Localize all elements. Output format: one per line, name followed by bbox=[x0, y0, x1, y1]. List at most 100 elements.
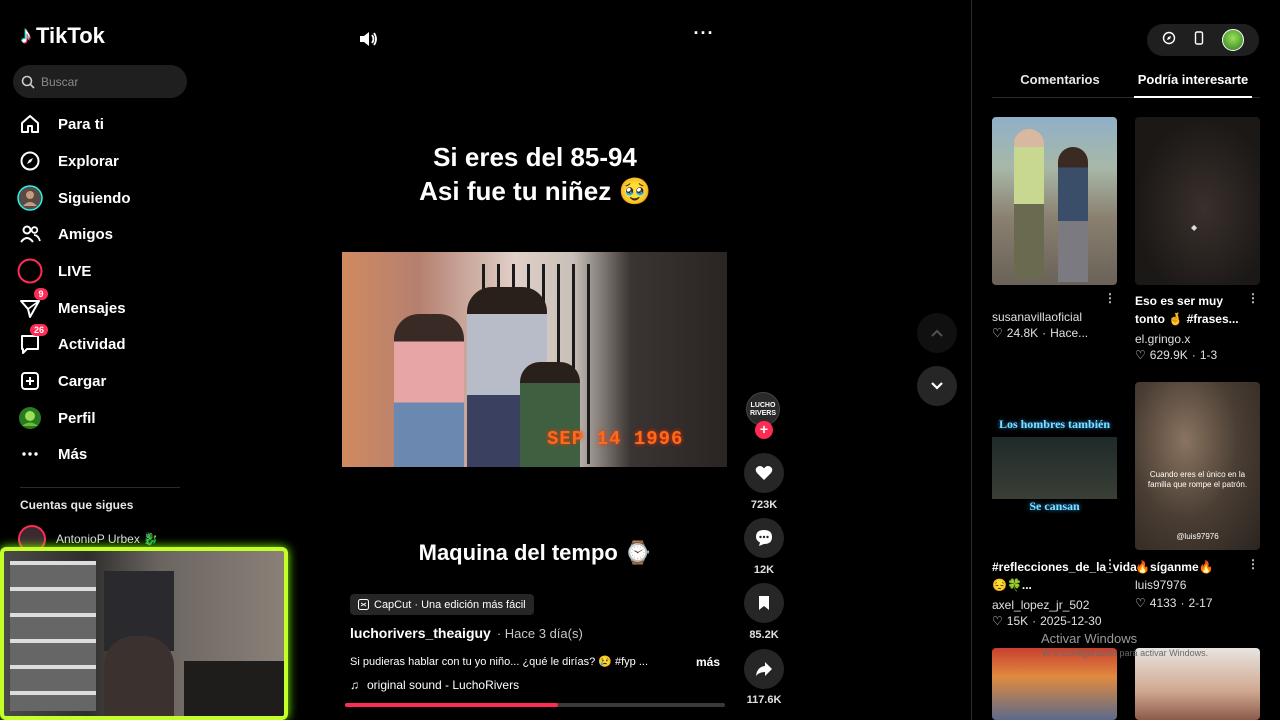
share-button[interactable] bbox=[744, 649, 784, 689]
nav-siguiendo[interactable]: Siguiendo bbox=[16, 182, 196, 214]
video-subtitle: Maquina del tempo ⌚ bbox=[418, 540, 652, 565]
card-time: 1-3 bbox=[1199, 348, 1218, 362]
activity-icon: 26 bbox=[16, 324, 48, 358]
recommended-thumbnail[interactable] bbox=[992, 117, 1117, 285]
nav-mensajes[interactable]: 9 Mensajes bbox=[16, 288, 196, 324]
nav-cargar[interactable]: Cargar bbox=[16, 365, 196, 397]
nav-mas[interactable]: Más bbox=[16, 438, 196, 470]
post-time: · Hace 3 día(s) bbox=[496, 626, 583, 641]
recommended-thumbnail[interactable]: Cuando eres el único en la familia que r… bbox=[1135, 382, 1260, 550]
friends-icon bbox=[16, 220, 44, 248]
previous-video-button[interactable] bbox=[917, 313, 957, 353]
recommended-thumbnail[interactable] bbox=[992, 648, 1117, 720]
heart-outline-icon: ♡ bbox=[992, 614, 1003, 628]
compass-button[interactable] bbox=[1162, 31, 1176, 50]
follow-plus-button[interactable]: + bbox=[755, 421, 773, 439]
card-title[interactable]: #reflecciones_de_la_vida😔🍀... bbox=[992, 558, 1137, 594]
chevron-down-icon bbox=[931, 382, 943, 390]
thumb-text-bottom: Se cansan bbox=[1029, 499, 1080, 513]
nav-label: Actividad bbox=[58, 335, 126, 353]
headline-line-1: Si eres del 85-94 bbox=[433, 142, 637, 172]
windows-activation-watermark: Activar Windows bbox=[1041, 631, 1138, 646]
card-stats: ♡ 4133 · 2-17 bbox=[1135, 596, 1213, 610]
music-line[interactable]: ♫ original sound - LuchoRivers bbox=[350, 678, 519, 692]
more-dots-icon bbox=[16, 440, 44, 468]
card-time: 2025-12-30 bbox=[1040, 614, 1102, 628]
card-user[interactable]: el.gringo.x bbox=[1135, 332, 1190, 346]
active-tab-indicator bbox=[1134, 96, 1252, 98]
author-name[interactable]: luchorivers_theaiguy bbox=[350, 625, 491, 641]
nav-label: Para ti bbox=[58, 115, 104, 133]
card-more-button[interactable]: ⋮ bbox=[1104, 291, 1116, 305]
save-button[interactable] bbox=[744, 583, 784, 623]
nav-actividad[interactable]: 26 Actividad bbox=[16, 324, 196, 360]
webcam-streamer bbox=[104, 636, 174, 716]
video-progress-bar[interactable] bbox=[345, 703, 725, 707]
card-more-button[interactable]: ⋮ bbox=[1247, 291, 1259, 305]
like-button[interactable] bbox=[744, 453, 784, 493]
tab-comentarios[interactable]: Comentarios bbox=[1000, 72, 1120, 87]
tiktok-note-icon: ♪ bbox=[20, 22, 32, 49]
card-user[interactable]: susanavillaoficial bbox=[992, 310, 1082, 324]
top-toolbar bbox=[1147, 24, 1259, 56]
card-sep: · bbox=[1042, 326, 1047, 340]
share-icon bbox=[756, 662, 772, 676]
photo-child bbox=[520, 362, 580, 467]
nav-label: Perfil bbox=[58, 409, 96, 427]
nav-explorar[interactable]: Explorar bbox=[16, 145, 196, 177]
messages-badge: 9 bbox=[34, 288, 48, 300]
tab-podria-interesarte[interactable]: Podría interesarte bbox=[1134, 72, 1252, 87]
card-more-button[interactable]: ⋮ bbox=[1247, 557, 1259, 571]
card-title[interactable]: 🔥síganme🔥 bbox=[1135, 558, 1245, 576]
comment-button[interactable] bbox=[744, 518, 784, 558]
search-box[interactable] bbox=[13, 65, 187, 98]
nav-perfil[interactable]: Perfil bbox=[16, 402, 196, 434]
search-input[interactable] bbox=[41, 74, 181, 89]
next-video-button[interactable] bbox=[917, 366, 957, 406]
tiktok-logo[interactable]: ♪ TikTok bbox=[20, 22, 105, 50]
card-user[interactable]: luis97976 bbox=[1135, 578, 1186, 592]
capcut-icon bbox=[358, 599, 369, 610]
nav-amigos[interactable]: Amigos bbox=[16, 218, 196, 250]
video-more-button[interactable]: ··· bbox=[692, 24, 716, 50]
compass-icon bbox=[1162, 31, 1175, 44]
nav-para-ti[interactable]: Para ti bbox=[16, 108, 196, 140]
author-line: luchorivers_theaiguy · Hace 3 día(s) bbox=[350, 625, 583, 641]
card-time: Hace... bbox=[1050, 326, 1089, 340]
thumb-quote: Cuando eres el único en la familia que r… bbox=[1147, 470, 1248, 489]
photo-woman bbox=[394, 314, 464, 467]
following-avatar-icon bbox=[16, 184, 44, 212]
like-count: 723K bbox=[750, 499, 778, 511]
capcut-tag[interactable]: CapCut · Una edición más fácil bbox=[350, 594, 534, 615]
video-progress-fill bbox=[345, 703, 558, 707]
caption-more-link[interactable]: más bbox=[696, 655, 720, 669]
comment-count: 12K bbox=[753, 564, 775, 576]
heart-outline-icon: ♡ bbox=[1135, 348, 1146, 362]
followed-account-name: AntonioP Urbex 🐉 bbox=[56, 532, 159, 546]
card-title[interactable]: Eso es ser muy tonto 🤞 #frases... bbox=[1135, 292, 1245, 328]
recommended-thumbnail[interactable]: ◆ bbox=[1135, 117, 1260, 285]
nav-live[interactable]: LIVE bbox=[16, 255, 196, 287]
volume-button[interactable] bbox=[357, 28, 379, 50]
user-avatar[interactable] bbox=[1222, 29, 1245, 51]
video-frame[interactable]: SEP 14 1996 bbox=[342, 252, 727, 467]
thumb-handle: @luis97976 bbox=[1176, 532, 1219, 541]
webcam-chair bbox=[184, 661, 284, 716]
messages-icon: 9 bbox=[16, 288, 48, 322]
heart-outline-icon: ♡ bbox=[992, 326, 1003, 340]
card-likes: 4133 bbox=[1149, 596, 1177, 610]
app-name: TikTok bbox=[36, 23, 105, 48]
search-icon bbox=[21, 75, 35, 89]
recommended-thumbnail[interactable]: Los hombres también Se cansan bbox=[992, 382, 1117, 550]
nav-label: Explorar bbox=[58, 152, 119, 170]
plus-icon: + bbox=[759, 421, 769, 437]
compass-icon bbox=[16, 147, 44, 175]
card-user[interactable]: axel_lopez_jr_502 bbox=[992, 598, 1089, 612]
card-time: 2-17 bbox=[1188, 596, 1213, 610]
card-stats: ♡ 15K · 2025-12-30 bbox=[992, 614, 1102, 628]
bookmark-icon bbox=[759, 596, 769, 610]
windows-activation-subtext: Ve a Configuración para activar Windows. bbox=[1041, 648, 1209, 658]
webcam-overlay bbox=[0, 547, 288, 720]
recommended-thumbnail[interactable] bbox=[1135, 648, 1260, 720]
device-button[interactable] bbox=[1193, 30, 1205, 50]
